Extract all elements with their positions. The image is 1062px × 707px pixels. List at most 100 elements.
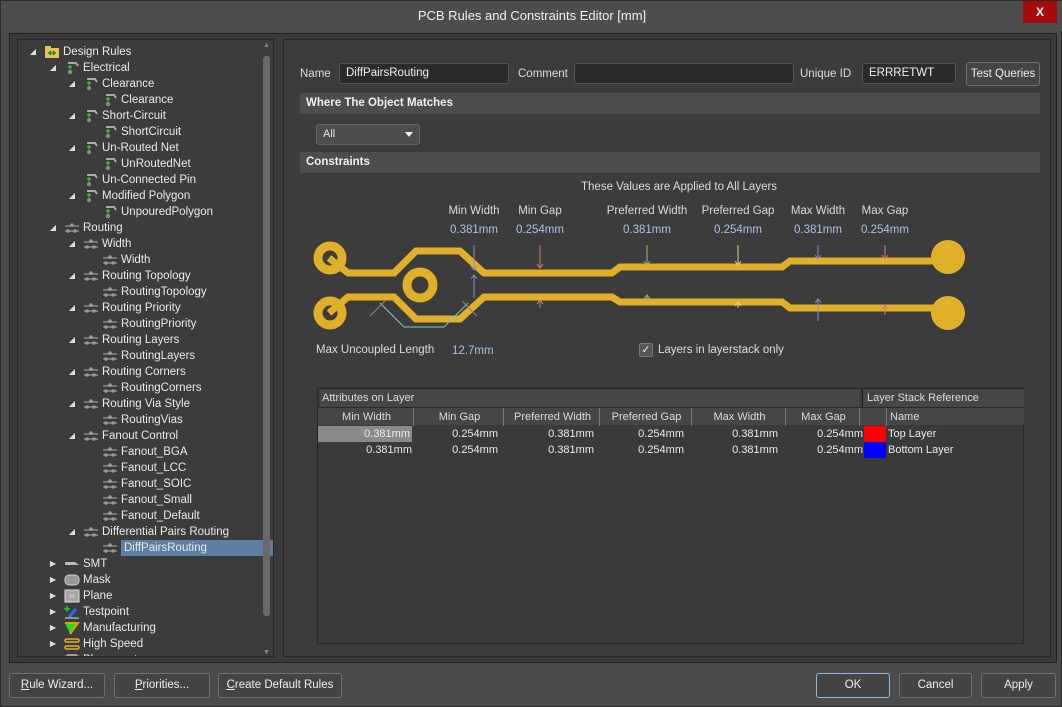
tree-item[interactable]: RoutingTopology [102,284,207,300]
cancel-button[interactable]: Cancel [899,673,972,698]
tree-item[interactable]: ◢ Fanout Control [69,428,179,444]
grid-cell[interactable]: 0.254mm [594,426,684,442]
attributes-grid: Attributes on Layer Layer Stack Referenc… [317,388,1024,644]
expanded-arrow-icon[interactable]: ◢ [67,140,77,156]
tree-scrollbar[interactable]: ▲ ▼ [263,42,270,656]
grid-cell[interactable]: 0.254mm [773,442,863,458]
mask-rule-icon [64,573,80,587]
collapsed-arrow-icon[interactable]: ▶ [48,572,58,588]
tree-item-label: UnpouredPolygon [121,206,214,218]
tree-item[interactable]: ◢ Short-Circuit [69,108,166,124]
expanded-arrow-icon[interactable]: ◢ [67,428,77,444]
tree-item[interactable]: ▶ Testpoint [50,604,129,620]
tree-item[interactable]: ShortCircuit [102,124,181,140]
grid-cell[interactable]: 0.254mm [594,442,684,458]
tree-item[interactable]: Fanout_Default [102,508,200,524]
apply-button[interactable]: Apply [981,673,1056,698]
expanded-arrow-icon[interactable]: ◢ [48,60,58,76]
tree-item[interactable]: ◢ Routing Topology [69,268,191,284]
rule-wizard-button[interactable]: Rule Wizard... [9,673,105,698]
close-button[interactable]: X [1023,1,1057,23]
tree-item[interactable]: DiffPairsRouting [102,540,273,556]
tree-item[interactable]: Width [102,252,150,268]
collapsed-arrow-icon[interactable]: ▶ [48,588,58,604]
tree-item[interactable]: ◢ Width [69,236,131,252]
tree-item[interactable]: Clearance [102,92,173,108]
column-header[interactable]: Max Gap [788,408,860,426]
grid-cell[interactable]: 0.254mm [408,442,498,458]
tree-item[interactable]: ◢ Routing Priority [69,300,181,316]
tree-item[interactable]: UnpouredPolygon [102,204,213,220]
expanded-arrow-icon[interactable]: ◢ [67,76,77,92]
diff-pair-traces [313,240,965,330]
grid-cell[interactable]: 0.381mm [504,426,594,442]
tree-item[interactable]: ▶ SMT [50,556,107,572]
scroll-down-icon[interactable]: ▼ [263,649,270,656]
tree-item-label: Fanout Control [102,430,179,442]
column-header[interactable]: Preferred Gap [602,408,692,426]
tree-item[interactable]: ◢ Routing Layers [69,332,179,348]
expanded-arrow-icon[interactable]: ◢ [67,268,77,284]
column-header[interactable]: Min Gap [416,408,504,426]
grid-cell[interactable]: 0.254mm [773,426,863,442]
tree-item[interactable]: ◢ Routing Via Style [69,396,190,412]
tree-item[interactable]: RoutingVias [102,412,183,428]
tree-item[interactable]: Fanout_LCC [102,460,186,476]
tree-item[interactable]: ▶ Manufacturing [50,620,156,636]
collapsed-arrow-icon[interactable]: ▶ [48,620,58,636]
tree-item[interactable]: ▶ Mask [50,572,111,588]
collapsed-arrow-icon[interactable]: ▶ [48,604,58,620]
collapsed-arrow-icon[interactable]: ▶ [48,556,58,572]
tree-item[interactable]: ◢ Differential Pairs Routing [69,524,229,540]
tree-item[interactable]: ◢ Clearance [69,76,154,92]
tree-item[interactable]: RoutingCorners [102,380,202,396]
tree-item[interactable]: ◢ Routing [50,220,123,236]
tree-item[interactable]: RoutingPriority [102,316,196,332]
tree-item[interactable]: Fanout_SOIC [102,476,191,492]
max-uncoupled-length-value[interactable]: 12.7mm [452,345,494,357]
layerstack-only-checkbox[interactable]: ✓ [639,343,653,357]
expanded-arrow-icon[interactable]: ◢ [67,236,77,252]
create-default-rules-button[interactable]: Create Default Rules [218,673,342,698]
scroll-up-icon[interactable]: ▲ [263,42,270,49]
expanded-arrow-icon[interactable]: ◢ [48,220,58,236]
expanded-arrow-icon[interactable]: ◢ [67,332,77,348]
ok-button[interactable]: OK [816,673,890,698]
tree-item[interactable]: Un-Connected Pin [83,172,196,188]
expanded-arrow-icon[interactable]: ◢ [67,108,77,124]
expanded-arrow-icon[interactable]: ◢ [28,44,38,60]
tree-item[interactable]: ◢ Routing Corners [69,364,186,380]
grid-cell[interactable]: 0.381mm [688,442,778,458]
tree-item[interactable]: ◢ Modified Polygon [69,188,190,204]
attributes-on-layer-header: Attributes on Layer [320,389,860,407]
tree-item[interactable]: UnRoutedNet [102,156,191,172]
tree-item[interactable]: ▶ Plane [50,588,112,604]
tree-item[interactable]: ◢ Electrical [50,60,130,76]
expanded-arrow-icon[interactable]: ◢ [67,396,77,412]
collapsed-arrow-icon[interactable]: ▶ [48,636,58,652]
collapsed-arrow-icon[interactable]: ▶ [48,652,58,656]
name-column-header[interactable]: Name [886,408,919,426]
tree-item[interactable]: Fanout_Small [102,492,192,508]
expanded-arrow-icon[interactable]: ◢ [67,524,77,540]
column-header[interactable]: Max Width [694,408,786,426]
tree-item[interactable]: ◢ Un-Routed Net [69,140,179,156]
column-header[interactable]: Preferred Width [506,408,600,426]
grid-cell[interactable]: 0.381mm [688,426,778,442]
tree-item[interactable]: Fanout_BGA [102,444,187,460]
expanded-arrow-icon[interactable]: ◢ [67,188,77,204]
column-header[interactable]: Min Width [320,408,414,426]
grid-cell[interactable]: 0.381mm [322,442,412,458]
tree-item[interactable]: ▶ Placement [50,652,137,656]
priorities-button[interactable]: Priorities... [114,673,210,698]
tree-item[interactable]: RoutingLayers [102,348,195,364]
grid-cell[interactable]: 0.381mm [504,442,594,458]
grid-cell[interactable]: 0.381mm [318,426,412,442]
tree-item[interactable]: ▶ High Speed [50,636,143,652]
expanded-arrow-icon[interactable]: ◢ [67,364,77,380]
window-title: PCB Rules and Constraints Editor [mm] [417,8,647,23]
scrollbar-thumb[interactable] [263,56,270,616]
grid-cell[interactable]: 0.254mm [408,426,498,442]
tree-item[interactable]: ◢ Design Rules [30,44,131,60]
expanded-arrow-icon[interactable]: ◢ [67,300,77,316]
